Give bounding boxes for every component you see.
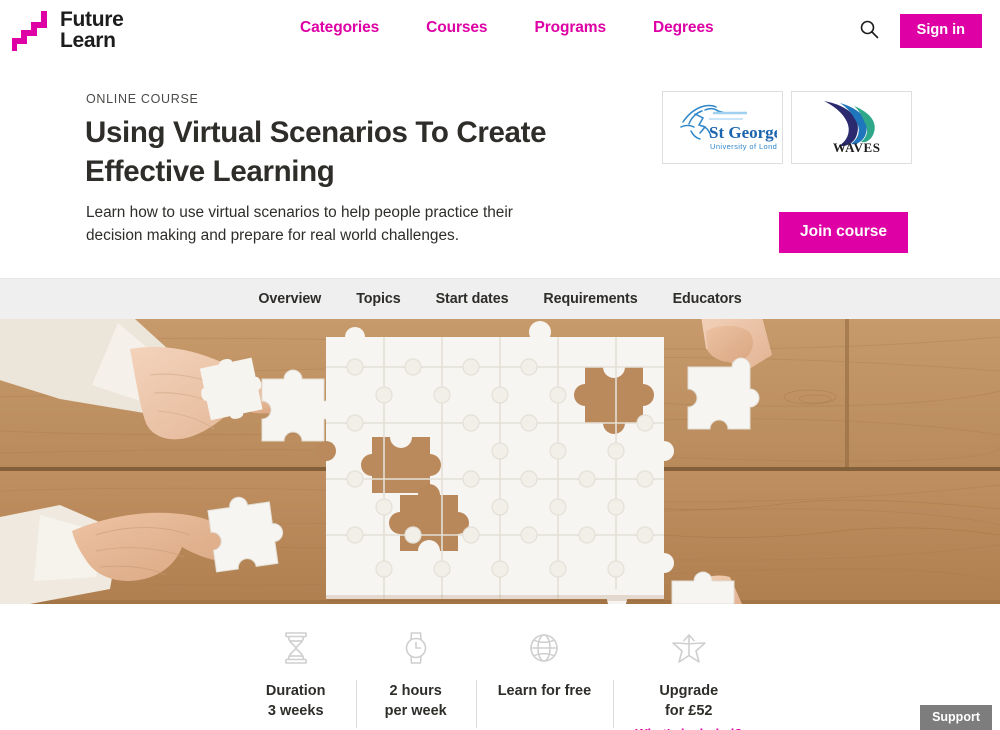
page-title: Using Virtual Scenarios To Create Effect… [85,116,547,189]
nav-item-degrees[interactable]: Degrees [653,19,714,37]
tab-educators[interactable]: Educators [673,291,742,307]
watch-icon [400,626,432,670]
waves-logo-icon: WAVES [806,94,898,161]
header-actions: Sign in [858,14,982,48]
fact-price: Learn for free [475,626,613,728]
search-button[interactable] [858,20,880,42]
tab-topics[interactable]: Topics [356,291,401,307]
svg-text:WAVES: WAVES [833,140,881,155]
course-type-label: ONLINE COURSE [86,92,199,106]
nav-item-courses[interactable]: Courses [426,19,487,37]
course-description: Learn how to use virtual scenarios to he… [86,204,513,245]
sign-in-button[interactable]: Sign in [899,14,982,48]
fact-price-label: Learn for free [497,683,592,699]
upgrade-star-icon [671,626,707,670]
search-icon [859,19,879,42]
tab-start-dates[interactable]: Start dates [436,291,509,307]
course-facts-bar: Duration 3 weeks 2 hours per week Learn … [0,604,1000,730]
globe-icon [527,626,561,670]
fact-upgrade-label: Upgrade for £52 [659,683,719,719]
fact-upgrade: Upgrade for £52 What's included? [613,626,764,730]
svg-text:St George's: St George's [709,123,777,142]
main-navigation: Categories Courses Programs Degrees [300,19,714,37]
fact-duration-label: Duration 3 weeks [265,683,326,719]
whats-included-link[interactable]: What's included? [635,726,742,730]
tab-requirements[interactable]: Requirements [543,291,637,307]
nav-item-programs[interactable]: Programs [534,19,606,37]
join-course-button[interactable]: Join course [779,212,908,253]
logo-word-learn: Learn [60,29,116,52]
futurelearn-logo[interactable]: Future Learn [12,8,124,52]
course-hero-image [0,319,1000,604]
logo-wordmark: Future Learn [60,9,124,51]
course-section-tabs: Overview Topics Start dates Requirements… [0,278,1000,319]
hourglass-icon [281,626,311,670]
fact-weekly-hours-label: 2 hours per week [384,683,447,719]
course-hero: ONLINE COURSE Using Virtual Scenarios To… [0,64,1000,278]
nav-item-categories[interactable]: Categories [300,19,379,37]
fact-duration: Duration 3 weeks [236,626,356,721]
support-button[interactable]: Support [920,704,992,730]
logo-word-future: Future [60,8,124,31]
partner-logo-st-georges[interactable]: St George's University of London [662,91,792,164]
st-georges-logo-icon: St George's University of London [669,94,792,161]
page-root: Future Learn Categories Courses Programs… [0,0,1000,730]
partner-logo-waves[interactable]: WAVES [791,91,912,164]
tab-overview[interactable]: Overview [258,291,321,307]
svg-text:University of London: University of London [710,142,777,151]
logo-staircase-icon [12,8,54,52]
site-header: Future Learn Categories Courses Programs… [0,0,1000,64]
partner-logos: St George's University of London WAVES [662,91,912,164]
fact-weekly-hours: 2 hours per week [355,626,476,729]
